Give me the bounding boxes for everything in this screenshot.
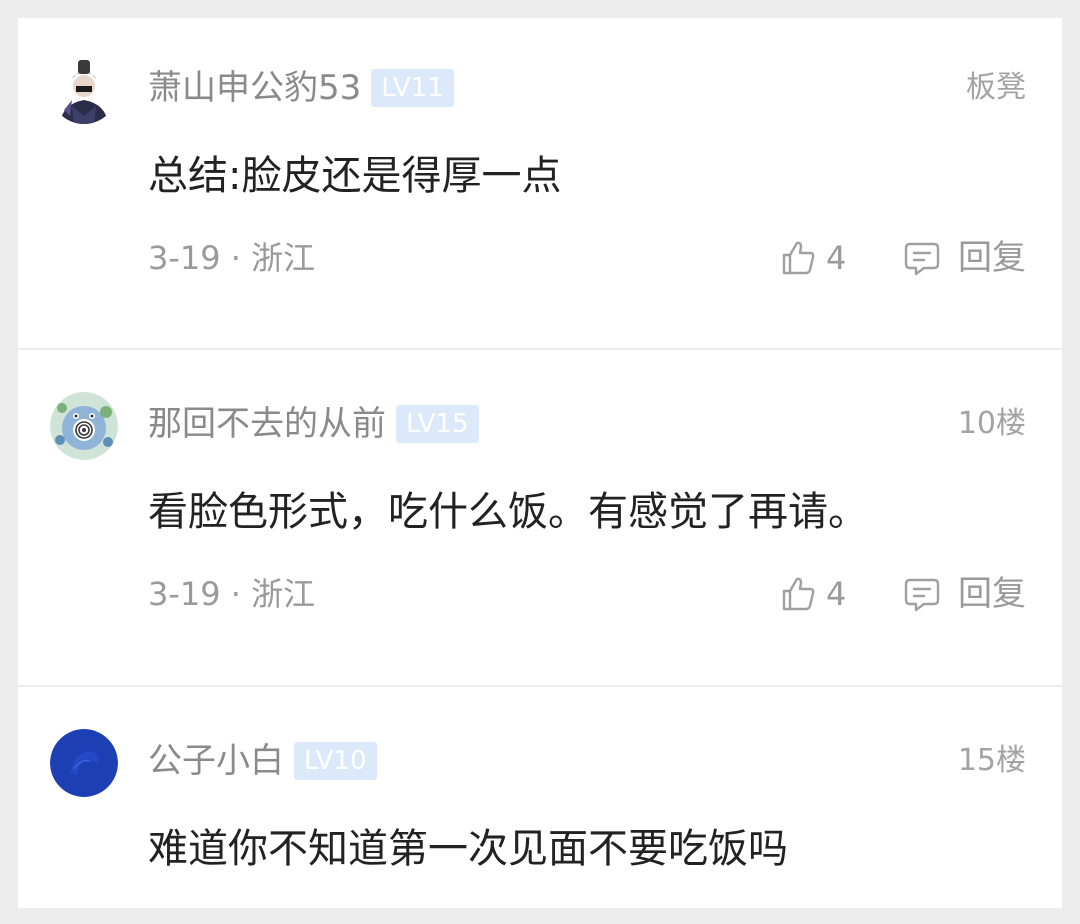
divider [18,685,1062,687]
username[interactable]: 那回不去的从前 [148,400,386,448]
level-badge: LV10 [294,742,377,780]
reply-button[interactable]: 回复 [902,570,1026,618]
user-avatar[interactable] [50,56,118,124]
level-badge: LV11 [371,69,454,107]
like-button[interactable]: 4 [778,570,846,618]
user-avatar[interactable] [50,729,118,797]
divider [18,348,1062,350]
floor-label: 15楼 [957,743,1026,778]
reply-label: 回复 [958,574,1026,614]
floor-label: 板凳 [966,70,1026,105]
username[interactable]: 萧山申公豹53 [148,64,361,112]
comment-text: 看脸色形式，吃什么饭。有感觉了再请。 [148,489,868,535]
user-info-row: 公子小白 LV10 [148,737,377,785]
comment-text: 难道你不知道第一次见面不要吃饭吗 [148,826,788,872]
like-count: 4 [826,239,847,277]
level-badge: LV15 [396,405,479,443]
comment-list: 萧山申公豹53 LV11 板凳 总结:脸皮还是得厚一点 3-19 · 浙江 4 … [18,18,1062,908]
pokemon-avatar-icon [50,392,118,460]
like-button[interactable]: 4 [778,234,846,282]
comment-meta: 3-19 · 浙江 [148,239,316,277]
comment-bubble-icon [904,242,940,276]
user-info-row: 萧山申公豹53 LV11 [148,64,454,112]
like-count: 4 [826,575,847,613]
user-avatar[interactable] [50,392,118,460]
reply-label: 回复 [958,238,1026,278]
anime-character-avatar-icon [50,56,118,124]
floor-label: 10楼 [957,406,1026,441]
comment-item: 萧山申公豹53 LV11 板凳 总结:脸皮还是得厚一点 3-19 · 浙江 4 … [18,18,1062,348]
comment-item: 公子小白 LV10 15楼 难道你不知道第一次见面不要吃饭吗 [18,691,1062,908]
comment-text: 总结:脸皮还是得厚一点 [148,153,562,199]
blue-circle-avatar-icon [50,729,118,797]
reply-button[interactable]: 回复 [902,234,1026,282]
comment-meta: 3-19 · 浙江 [148,575,316,613]
thumbs-up-icon [782,241,815,275]
thumbs-up-icon [782,577,815,611]
comment-bubble-icon [904,578,940,612]
user-info-row: 那回不去的从前 LV15 [148,400,479,448]
comment-item: 那回不去的从前 LV15 10楼 看脸色形式，吃什么饭。有感觉了再请。 3-19… [18,354,1062,684]
username[interactable]: 公子小白 [148,737,284,785]
